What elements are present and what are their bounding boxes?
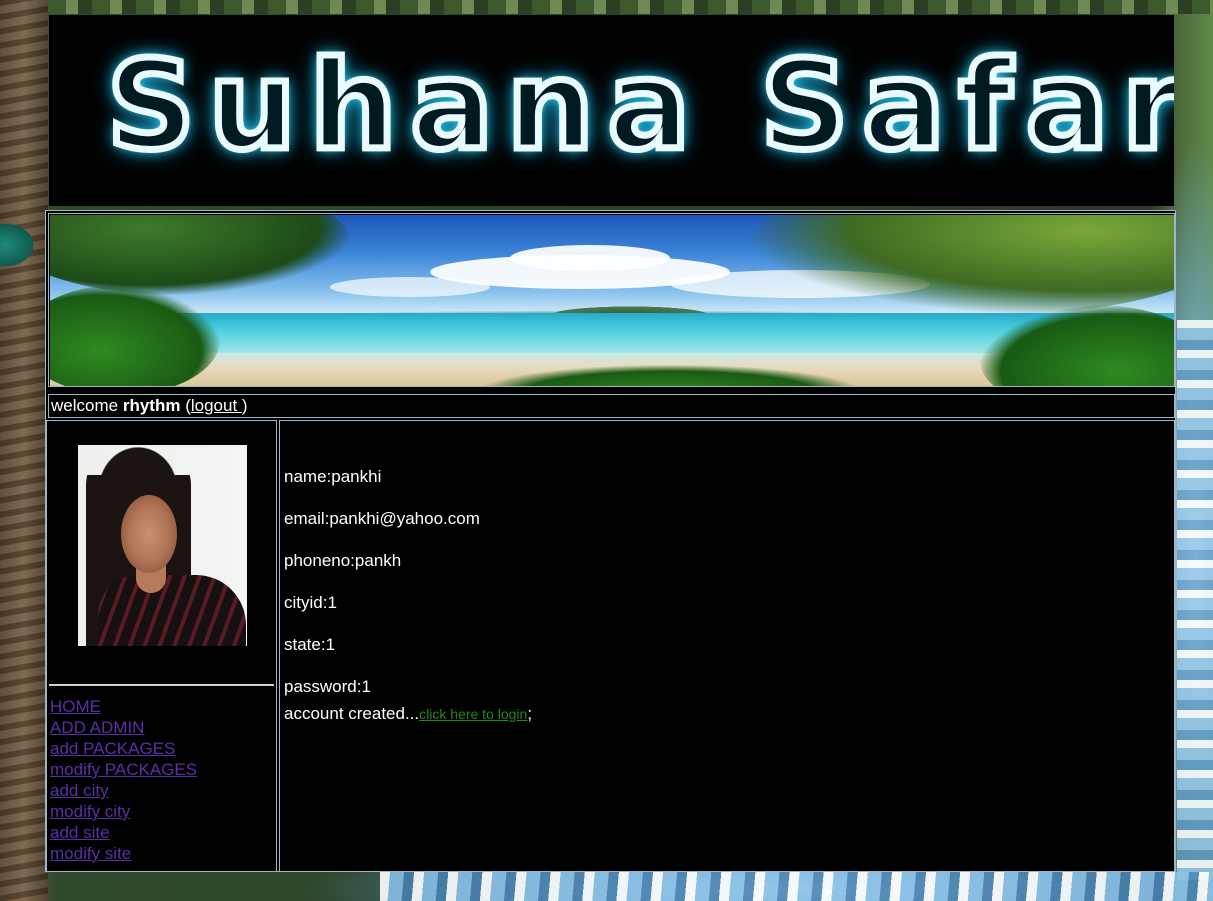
page-container: welcome rhythm (logout ) HOME ADD ADMIN …	[45, 210, 1176, 872]
account-created-message: account created...click here to login;	[284, 704, 532, 724]
site-logo-text: Suhana Safar	[103, 35, 1174, 177]
background-water	[380, 872, 1213, 901]
photo-body	[98, 575, 246, 646]
cityid-field: cityid:1	[284, 593, 337, 612]
sidebar-item-modify-site[interactable]: modify site	[50, 843, 197, 864]
background-foliage	[48, 0, 1213, 14]
photo-face	[121, 495, 177, 573]
sidebar-item-add-packages[interactable]: add PACKAGES	[50, 738, 197, 759]
sidebar-item-modify-packages[interactable]: modify PACKAGES	[50, 759, 197, 780]
site-logo-banner: Suhana Safar	[49, 15, 1174, 206]
email-field: email:pankhi@yahoo.com	[284, 509, 480, 528]
account-details-panel: name:pankhi email:pankhi@yahoo.com phone…	[279, 420, 1175, 872]
profile-photo	[78, 445, 247, 646]
background-leaf	[0, 210, 48, 280]
close-paren: )	[241, 396, 248, 415]
welcome-bar: welcome rhythm (logout )	[48, 394, 1175, 418]
state-field: state:1	[284, 635, 336, 654]
phone-field: phoneno:pankh	[284, 551, 402, 570]
login-link[interactable]: click here to login	[419, 706, 527, 722]
cloud	[330, 277, 490, 297]
sidebar-item-modify-city[interactable]: modify city	[50, 801, 197, 822]
username: rhythm	[122, 396, 181, 415]
cloud	[510, 245, 670, 271]
sidebar-item-add-admin[interactable]: ADD ADMIN	[50, 717, 197, 738]
sidebar-item-add-city[interactable]: add city	[50, 780, 197, 801]
background-waterfall	[1177, 320, 1213, 880]
password-field: password:1	[284, 677, 371, 696]
sidebar-divider	[49, 684, 274, 686]
welcome-text: welcome	[51, 396, 119, 415]
beach-banner	[48, 213, 1175, 387]
sidebar: HOME ADD ADMIN add PACKAGES modify PACKA…	[46, 420, 277, 872]
sidebar-item-add-site[interactable]: add site	[50, 822, 197, 843]
sidebar-nav: HOME ADD ADMIN add PACKAGES modify PACKA…	[50, 696, 197, 864]
account-created-text: account created...	[284, 704, 420, 723]
beach-image	[50, 215, 1174, 386]
sidebar-item-home[interactable]: HOME	[50, 696, 197, 717]
name-field: name:pankhi	[284, 467, 382, 486]
trailing-semicolon: ;	[527, 704, 533, 723]
logout-link[interactable]: logout	[191, 396, 242, 415]
background-tree-trunk	[0, 0, 48, 901]
